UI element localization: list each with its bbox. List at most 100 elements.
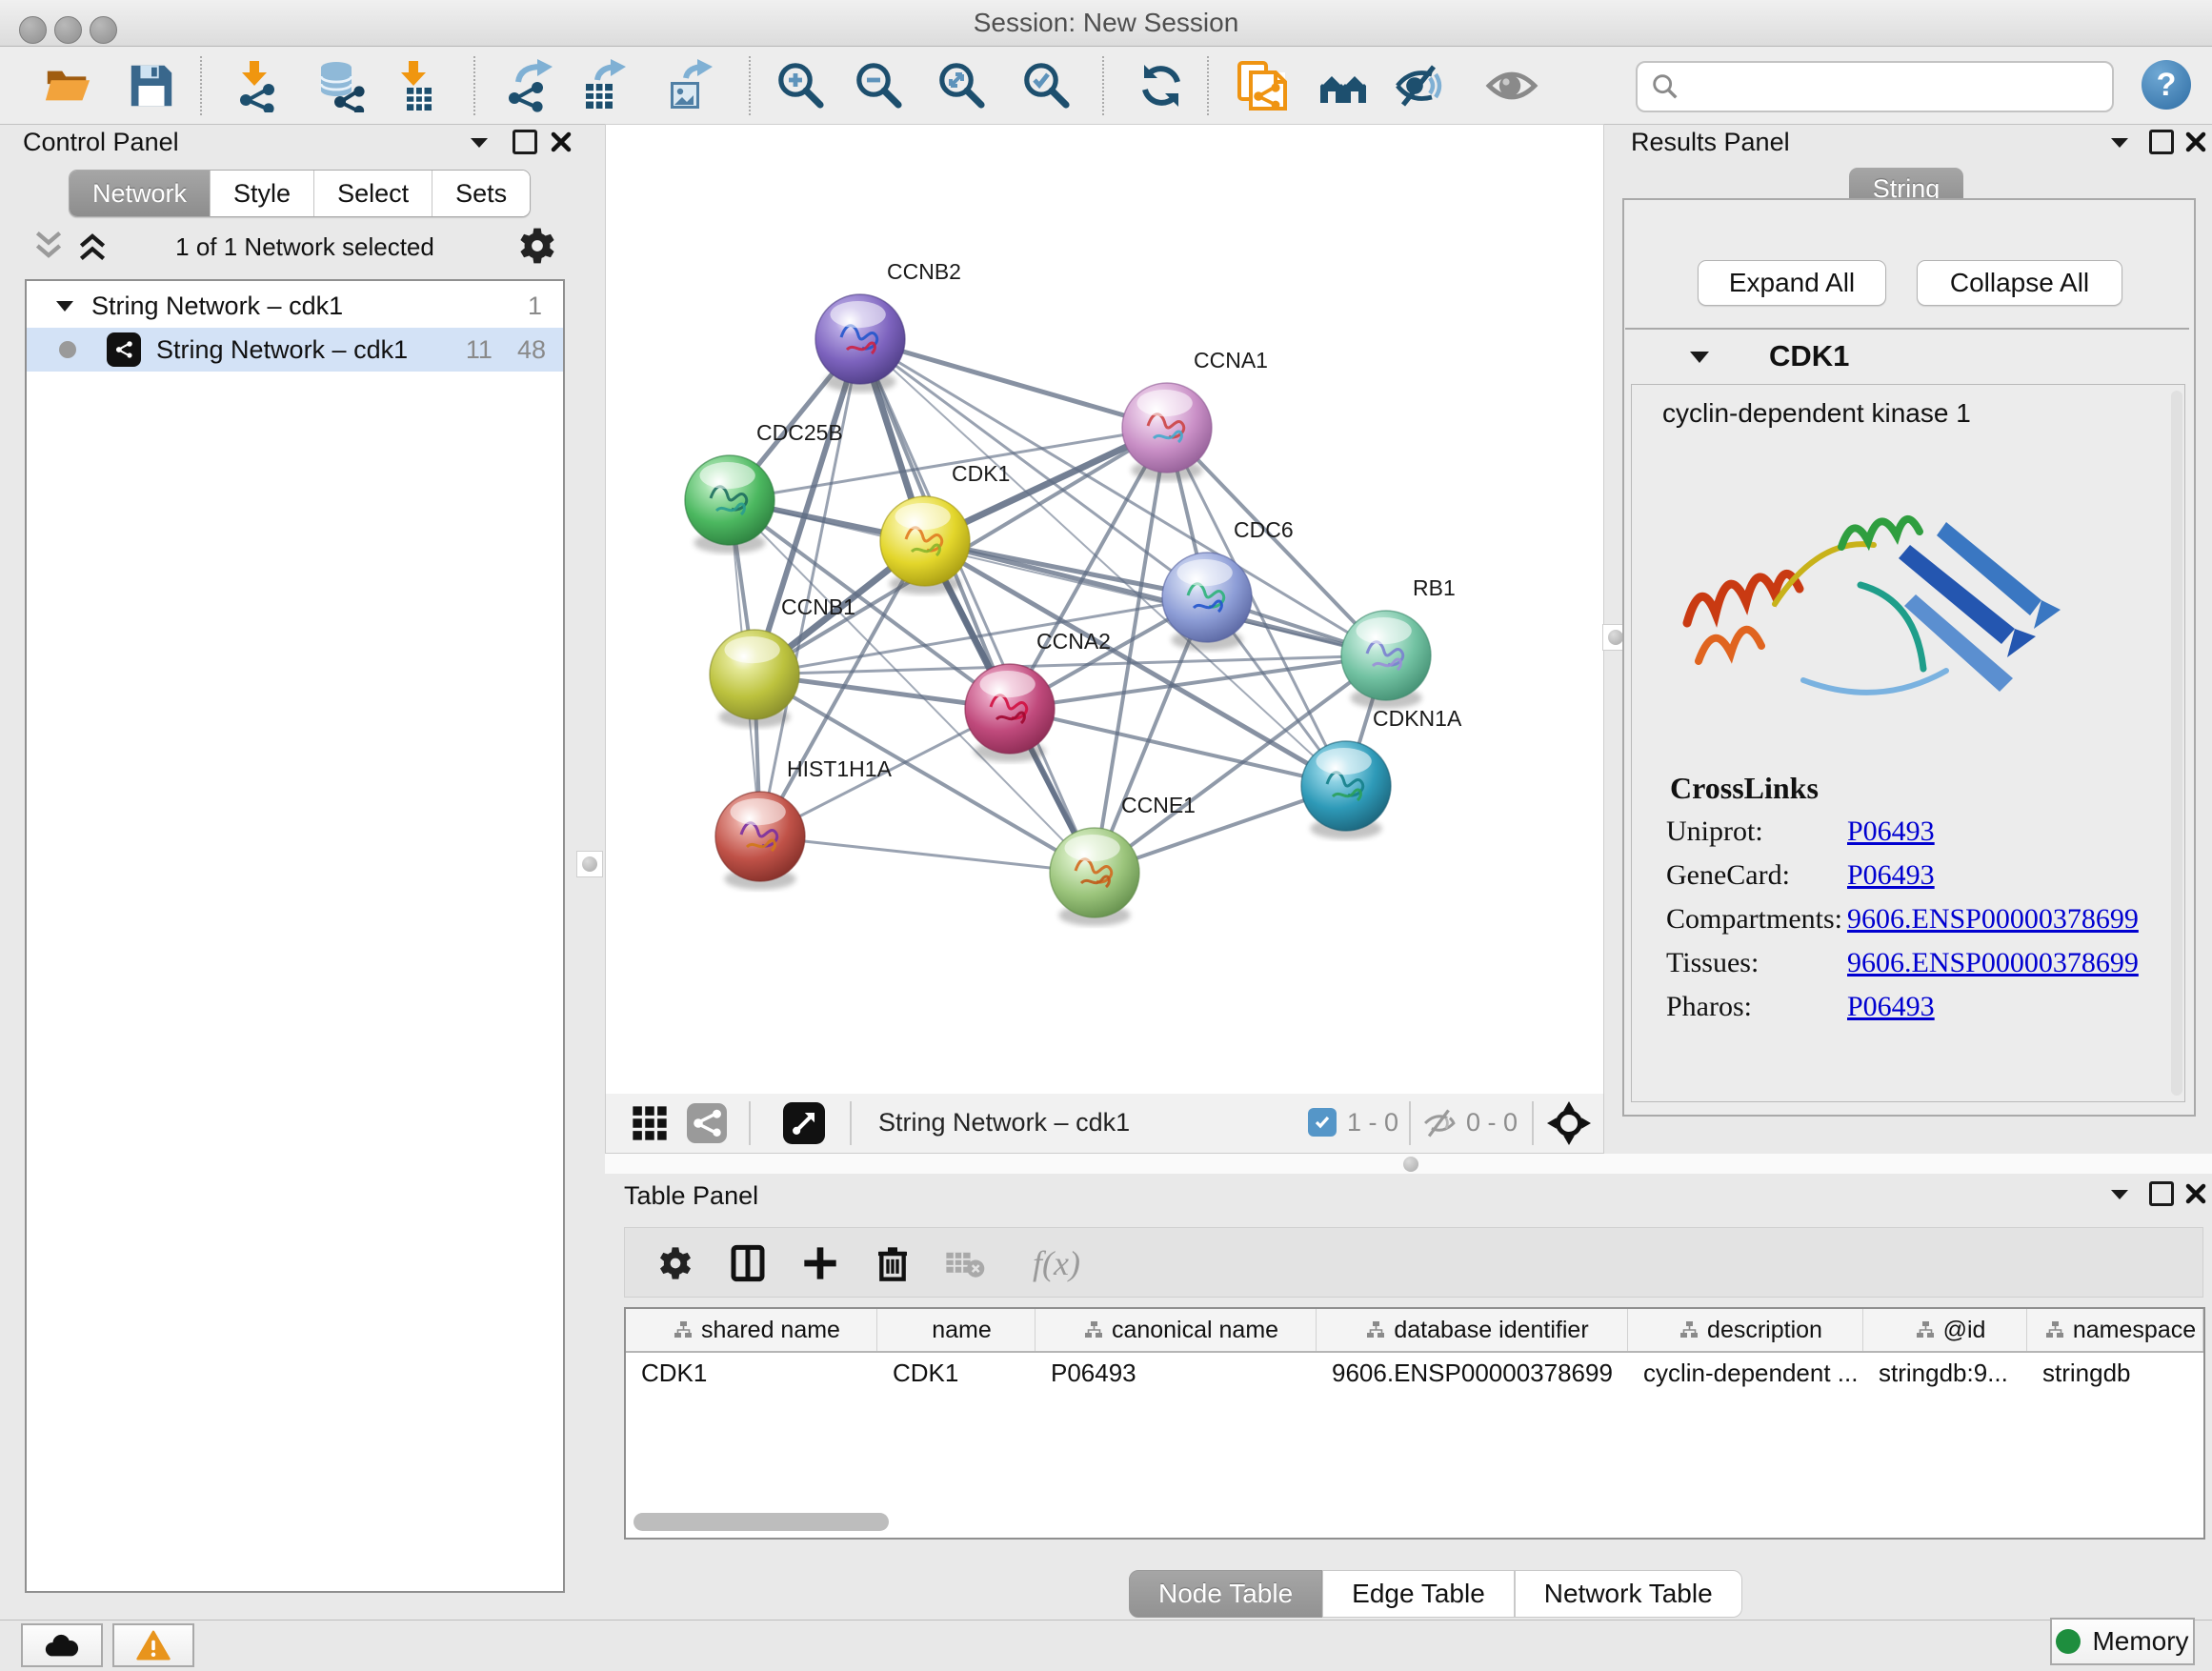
column-header-description[interactable]: description — [1628, 1309, 1863, 1351]
crosslink-link[interactable]: P06493 — [1847, 859, 1935, 892]
zoom-selected-icon[interactable] — [1019, 58, 1075, 113]
cloud-status-button[interactable] — [21, 1623, 103, 1667]
birdseye-toggle-icon[interactable] — [1547, 1101, 1591, 1145]
tab-network[interactable]: Network — [70, 171, 211, 216]
splitter-handle[interactable] — [1403, 1157, 1418, 1172]
table-cell[interactable]: CDK1 — [626, 1359, 877, 1388]
results-panel-float-icon[interactable] — [2145, 126, 2178, 158]
network-collection-row[interactable]: String Network – cdk1 1 — [27, 284, 563, 328]
warnings-button[interactable] — [112, 1623, 194, 1667]
export-network-icon[interactable] — [502, 58, 557, 113]
network-options-gear-icon[interactable] — [516, 225, 558, 267]
network-edge-count: 48 — [517, 335, 546, 365]
column-header-namespace[interactable]: namespace — [2027, 1309, 2203, 1351]
edge-CCNB2-CCNA1[interactable] — [860, 339, 1167, 428]
import-network-database-icon[interactable] — [312, 58, 368, 113]
node-attribute-table[interactable]: shared namenamecanonical namedatabase id… — [624, 1307, 2205, 1540]
control-panel-menu-icon[interactable] — [463, 126, 495, 158]
memory-button[interactable]: Memory — [2050, 1618, 2195, 1665]
expand-all-button[interactable]: Expand All — [1698, 260, 1886, 306]
network-view-canvas[interactable]: CCNB2CCNA1CDC25BCDK1CDC6RB1CCNB1CCNA2CDK… — [605, 124, 1604, 1096]
hidden-eye-icon[interactable] — [1421, 1106, 1458, 1140]
import-table-file-icon[interactable] — [389, 58, 444, 113]
edge-CCNA2-CDKN1A[interactable] — [1010, 709, 1346, 786]
show-columns-icon[interactable] — [726, 1241, 770, 1285]
selected-checkbox-icon[interactable] — [1308, 1108, 1337, 1137]
crosslink-link[interactable]: P06493 — [1847, 815, 1935, 848]
import-network-file-icon[interactable] — [230, 58, 285, 113]
control-panel-close-icon[interactable] — [545, 126, 577, 158]
show-hide-details-icon[interactable] — [1391, 58, 1446, 113]
results-panel-close-icon[interactable] — [2180, 126, 2212, 158]
left-splitter-handle[interactable] — [576, 851, 603, 877]
refresh-view-icon[interactable] — [1134, 58, 1189, 113]
network-share-view-icon[interactable] — [687, 1103, 727, 1143]
table-data-row[interactable]: CDK1CDK1P064939606.ENSP00000378699cyclin… — [626, 1353, 2203, 1393]
grid-view-icon[interactable] — [632, 1105, 668, 1141]
add-column-icon[interactable] — [798, 1241, 842, 1285]
control-panel-float-icon[interactable] — [509, 126, 541, 158]
collapse-all-button[interactable]: Collapse All — [1917, 260, 2122, 306]
column-header-name[interactable]: name — [877, 1309, 1036, 1351]
save-session-icon[interactable] — [124, 58, 179, 113]
zoom-fit-icon[interactable] — [935, 58, 990, 113]
network-node-CDK1[interactable]: CDK1 — [880, 461, 1010, 594]
tab-network-table[interactable]: Network Table — [1515, 1570, 1742, 1618]
export-image-icon[interactable] — [662, 58, 717, 113]
zoom-out-icon[interactable] — [852, 58, 907, 113]
table-panel-close-icon[interactable] — [2180, 1178, 2212, 1210]
column-header-shared-name[interactable]: shared name — [626, 1309, 877, 1351]
scrollbar-thumb[interactable] — [633, 1513, 889, 1531]
crosslink-link[interactable]: 9606.ENSP00000378699 — [1847, 947, 2139, 979]
table-cell[interactable]: P06493 — [1036, 1359, 1317, 1388]
tab-select[interactable]: Select — [314, 171, 432, 216]
tab-edge-table[interactable]: Edge Table — [1322, 1570, 1515, 1618]
tab-node-table[interactable]: Node Table — [1129, 1570, 1322, 1618]
network-node-CDC6[interactable]: CDC6 — [1162, 517, 1294, 651]
tree-expander-icon[interactable] — [55, 299, 74, 312]
cdk1-section-header[interactable]: CDK1 — [1622, 332, 2192, 380]
edge-CCNB2-RB1[interactable] — [860, 339, 1386, 655]
eye-icon[interactable] — [1484, 58, 1539, 113]
zoom-in-icon[interactable] — [774, 58, 829, 113]
search-input[interactable] — [1689, 71, 2112, 103]
crosslink-link[interactable]: 9606.ENSP00000378699 — [1847, 903, 2139, 936]
table-options-gear-icon[interactable] — [654, 1241, 697, 1285]
export-table-icon[interactable] — [577, 58, 633, 113]
column-header-database-identifier[interactable]: database identifier — [1317, 1309, 1628, 1351]
string-network-graph[interactable]: CCNB2CCNA1CDC25BCDK1CDC6RB1CCNB1CCNA2CDK… — [606, 125, 1603, 1095]
column-header--id[interactable]: @id — [1863, 1309, 2027, 1351]
table-cell[interactable]: CDK1 — [877, 1359, 1036, 1388]
table-panel-float-icon[interactable] — [2145, 1178, 2178, 1210]
results-panel-menu-icon[interactable] — [2103, 126, 2136, 158]
table-cell[interactable]: stringdb — [2027, 1359, 2203, 1388]
network-node-CCNB2[interactable]: CCNB2 — [815, 259, 961, 393]
table-horizontal-scrollbar[interactable] — [628, 1511, 2198, 1534]
table-panel-menu-icon[interactable] — [2103, 1178, 2136, 1210]
tab-sets[interactable]: Sets — [432, 171, 530, 216]
table-cell[interactable]: 9606.ENSP00000378699 — [1317, 1359, 1628, 1388]
help-button[interactable]: ? — [2142, 60, 2191, 110]
network-node-RB1[interactable]: RB1 — [1341, 575, 1456, 709]
edge-CCNB2-CCNE1[interactable] — [860, 339, 1095, 873]
network-node-CDKN1A[interactable]: CDKN1A — [1301, 706, 1462, 839]
open-session-icon[interactable] — [40, 58, 95, 113]
network-node-CCNE1[interactable]: CCNE1 — [1050, 793, 1196, 926]
section-expander-icon[interactable] — [1689, 350, 1710, 364]
network-node-CCNA1[interactable]: CCNA1 — [1122, 348, 1268, 481]
tab-style[interactable]: Style — [211, 171, 314, 216]
column-header-canonical-name[interactable]: canonical name — [1036, 1309, 1317, 1351]
results-scrollbar[interactable] — [2171, 391, 2182, 1096]
delete-column-icon[interactable] — [871, 1241, 915, 1285]
import-string-network-icon[interactable] — [1233, 58, 1288, 113]
table-cell[interactable]: stringdb:9... — [1863, 1359, 2027, 1388]
collapse-all-networks-icon[interactable] — [32, 227, 65, 265]
horizontal-splitter[interactable] — [605, 1154, 2212, 1174]
crosslink-link[interactable]: P06493 — [1847, 991, 1935, 1023]
expand-all-networks-icon[interactable] — [76, 227, 109, 265]
show-all-levels-icon[interactable] — [1316, 58, 1371, 113]
open-in-window-icon[interactable] — [783, 1102, 825, 1144]
network-row-selected[interactable]: String Network – cdk1 11 48 — [27, 328, 563, 372]
table-cell[interactable]: cyclin-dependent ... — [1628, 1359, 1863, 1388]
network-node-HIST1H1A[interactable]: HIST1H1A — [715, 756, 893, 890]
